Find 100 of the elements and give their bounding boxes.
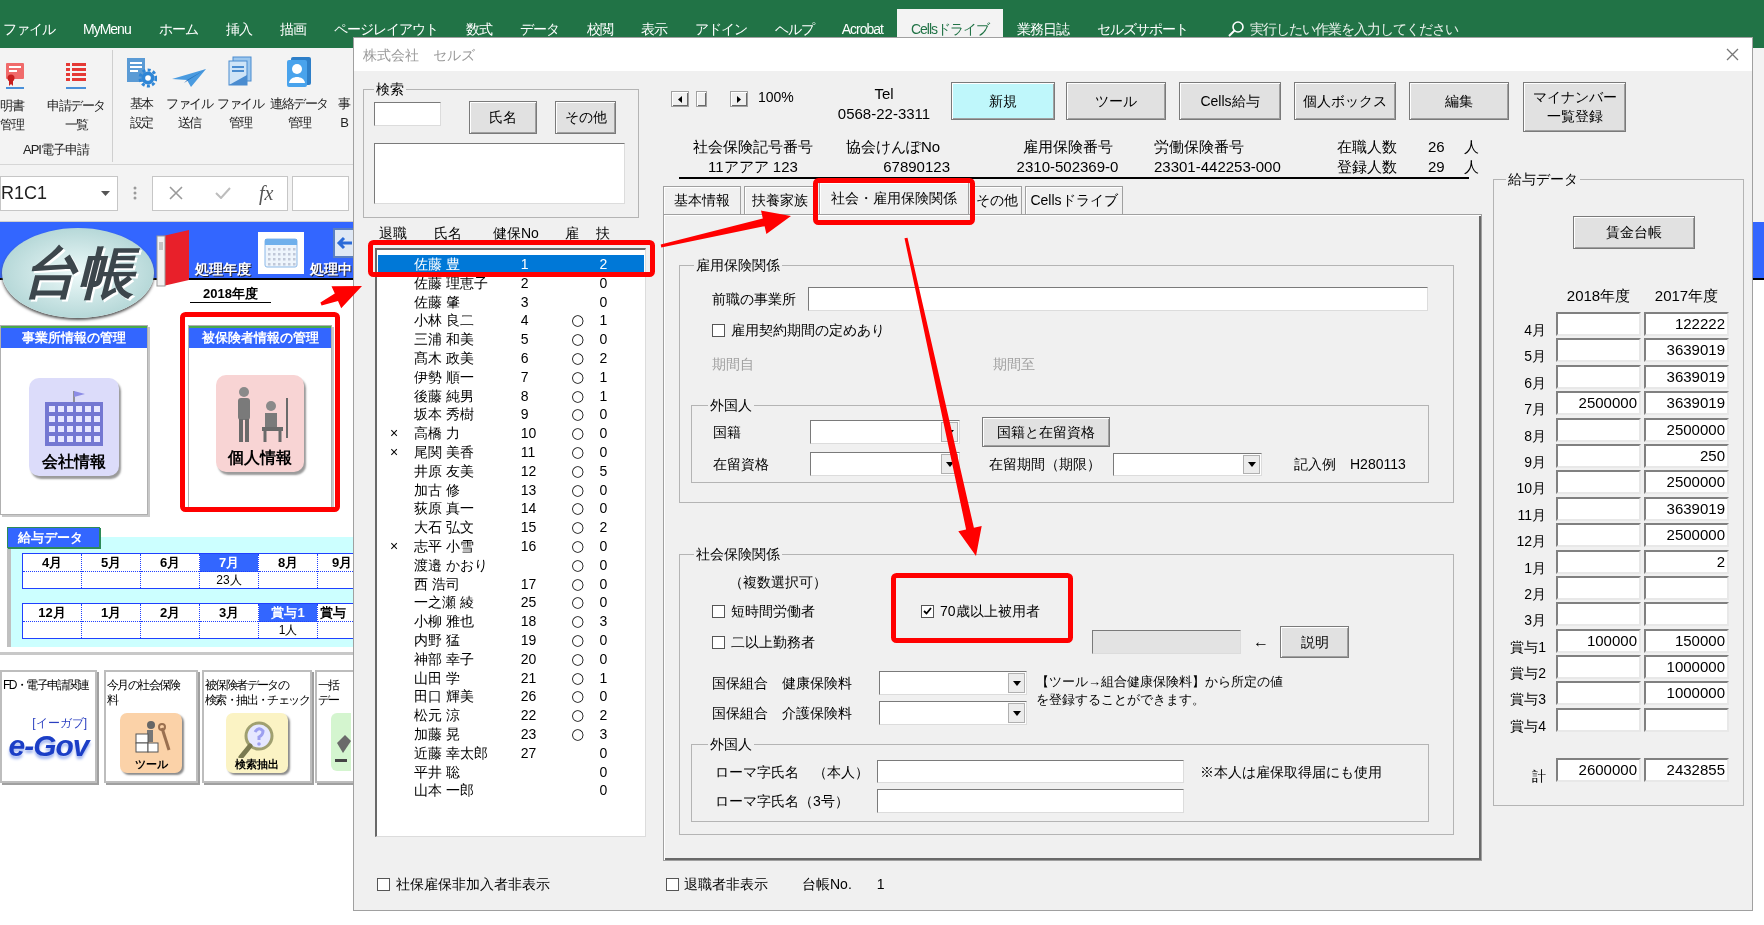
- amount-field[interactable]: 1000000: [1644, 655, 1729, 680]
- amount-field[interactable]: [1556, 312, 1641, 336]
- amount-field[interactable]: [1556, 602, 1641, 627]
- checkbox[interactable]: [712, 604, 725, 618]
- toolbar-button[interactable]: 個人ボックス: [1294, 82, 1396, 120]
- list-item[interactable]: 伊勢 順一 7 ○ 1: [378, 367, 644, 387]
- amount-field[interactable]: 2600000: [1556, 758, 1641, 783]
- amount-field[interactable]: 3639019: [1644, 364, 1729, 389]
- name-box[interactable]: R1C1: [0, 175, 118, 211]
- ribbon-button[interactable]: 事 B: [338, 48, 353, 132]
- insert-function-button[interactable]: fx: [259, 182, 274, 204]
- amount-field[interactable]: 250: [1644, 443, 1729, 468]
- text-field[interactable]: [877, 789, 1184, 813]
- list-item[interactable]: 西 浩司 17 ○ 0: [378, 574, 644, 594]
- dropdown-field[interactable]: [1113, 452, 1262, 476]
- checkbox[interactable]: [921, 604, 934, 618]
- list-item[interactable]: 荻原 真一 14 ○ 0: [378, 499, 644, 519]
- list-item[interactable]: 大石 弘文 15 ○ 2: [378, 518, 644, 537]
- cancel-icon[interactable]: [169, 186, 183, 200]
- scroll-right-button[interactable]: [730, 91, 748, 107]
- list-item[interactable]: 佐藤 理恵子 2 0: [378, 273, 644, 293]
- close-icon[interactable]: [1726, 48, 1739, 61]
- amount-field[interactable]: [1556, 496, 1641, 521]
- ribbon-tab[interactable]: 描画: [265, 9, 320, 48]
- tab[interactable]: 基本情報: [663, 186, 741, 214]
- amount-field[interactable]: [1556, 364, 1641, 389]
- search-extract-button[interactable]: 検索抽出: [226, 713, 288, 773]
- list-item[interactable]: × 高橋 力 10 ○ 0: [378, 424, 644, 443]
- company-info-button[interactable]: 会社情報: [29, 378, 119, 476]
- amount-field[interactable]: 100000: [1556, 628, 1641, 653]
- tab[interactable]: 扶養家族: [744, 186, 816, 214]
- ribbon-button[interactable]: ファイル 送信: [166, 48, 212, 132]
- amount-field[interactable]: 3639019: [1644, 391, 1729, 416]
- amount-field[interactable]: 2500000: [1556, 391, 1641, 416]
- explain-button[interactable]: 説明: [1280, 626, 1349, 658]
- list-item[interactable]: 近藤 幸太郎 27 0: [378, 743, 644, 763]
- ribbon-button[interactable]: 連絡データ 管理: [268, 48, 330, 132]
- list-item[interactable]: 髙木 政美 6 ○ 2: [378, 349, 644, 368]
- list-item[interactable]: 内野 猛 19 ○ 0: [378, 630, 644, 650]
- list-item[interactable]: 山本 一郎 0: [378, 781, 644, 801]
- scroll-thumb[interactable]: [696, 91, 707, 107]
- dropdown-field[interactable]: [810, 420, 960, 444]
- formula-field[interactable]: [292, 175, 349, 211]
- dropdown-field[interactable]: [810, 452, 960, 476]
- wage-ledger-button[interactable]: 賃金台帳: [1573, 216, 1695, 249]
- amount-field[interactable]: [1556, 417, 1641, 442]
- amount-field[interactable]: [1556, 338, 1641, 363]
- ribbon-button[interactable]: 基本 設定: [126, 48, 156, 132]
- amount-field[interactable]: [1556, 707, 1641, 732]
- toolbar-button[interactable]: マイナンバー一覧登録: [1523, 82, 1626, 132]
- list-item[interactable]: × 尾関 美香 11 ○ 0: [378, 442, 644, 462]
- amount-field[interactable]: 2500000: [1644, 470, 1729, 495]
- employee-list[interactable]: [375, 248, 646, 837]
- list-item[interactable]: 坂本 秀樹 9 ○ 0: [378, 405, 644, 425]
- toolbar-button[interactable]: 編集: [1409, 82, 1509, 120]
- name-search-button[interactable]: 氏名: [469, 101, 537, 134]
- shortcut-icon[interactable]: [331, 713, 351, 771]
- ribbon-tab[interactable]: ファイル: [0, 9, 69, 48]
- list-item[interactable]: 佐藤 肇 3 0: [378, 292, 644, 312]
- amount-field[interactable]: [1644, 707, 1729, 732]
- search-field[interactable]: [374, 102, 441, 126]
- text-field[interactable]: [808, 287, 1428, 311]
- tab[interactable]: Cellsドライブ: [1025, 186, 1123, 214]
- amount-field[interactable]: [1644, 575, 1729, 600]
- dropdown-field[interactable]: [879, 701, 1027, 725]
- amount-field[interactable]: 150000: [1644, 628, 1729, 653]
- list-item[interactable]: 三浦 和美 5 ○ 0: [378, 330, 644, 349]
- checkbox[interactable]: [712, 635, 725, 649]
- amount-field[interactable]: 122222: [1644, 312, 1729, 336]
- list-item[interactable]: 加藤 晃 23 ○ 3: [378, 724, 644, 744]
- list-item[interactable]: 一之瀬 綾 25 ○ 0: [378, 593, 644, 613]
- ribbon-tab[interactable]: MyMenu: [69, 9, 145, 48]
- list-item[interactable]: 後藤 純男 8 ○ 1: [378, 386, 644, 406]
- amount-field[interactable]: 2500000: [1644, 523, 1729, 548]
- list-item[interactable]: 小柳 雅也 18 ○ 3: [378, 612, 644, 631]
- checkbox[interactable]: [712, 323, 725, 337]
- toolbar-button[interactable]: ツール: [1066, 82, 1166, 120]
- amount-field[interactable]: 2: [1644, 549, 1729, 574]
- list-item[interactable]: 小林 良二 4 ○ 1: [378, 311, 644, 331]
- list-item[interactable]: 井原 友美 12 ○ 5: [378, 461, 644, 481]
- amount-field[interactable]: [1556, 655, 1641, 680]
- tab[interactable]: その他: [972, 186, 1022, 214]
- tab[interactable]: 社会・雇用保険関係: [819, 182, 969, 214]
- amount-field[interactable]: [1644, 602, 1729, 627]
- amount-field[interactable]: [1556, 549, 1641, 574]
- text-field[interactable]: [877, 760, 1184, 783]
- tools-button[interactable]: ツール: [120, 713, 182, 773]
- ribbon-button[interactable]: ファイル 管理: [217, 48, 263, 132]
- toolbar-button[interactable]: 新規: [951, 82, 1055, 120]
- amount-field[interactable]: [1556, 575, 1641, 600]
- list-item[interactable]: 松元 涼 22 ○ 2: [378, 706, 644, 725]
- list-item[interactable]: 加古 修 13 ○ 0: [378, 480, 644, 500]
- results-box[interactable]: [374, 143, 625, 204]
- checkbox[interactable]: [666, 877, 679, 891]
- list-item[interactable]: 田口 輝美 26 ○ 0: [378, 687, 644, 707]
- list-item[interactable]: × 志平 小雪 16 ○ 0: [378, 536, 644, 556]
- list-item[interactable]: 神部 幸子 20 ○ 0: [378, 649, 644, 669]
- amount-field[interactable]: [1556, 523, 1641, 548]
- other-search-button[interactable]: その他: [555, 101, 616, 134]
- amount-field[interactable]: [1556, 681, 1641, 706]
